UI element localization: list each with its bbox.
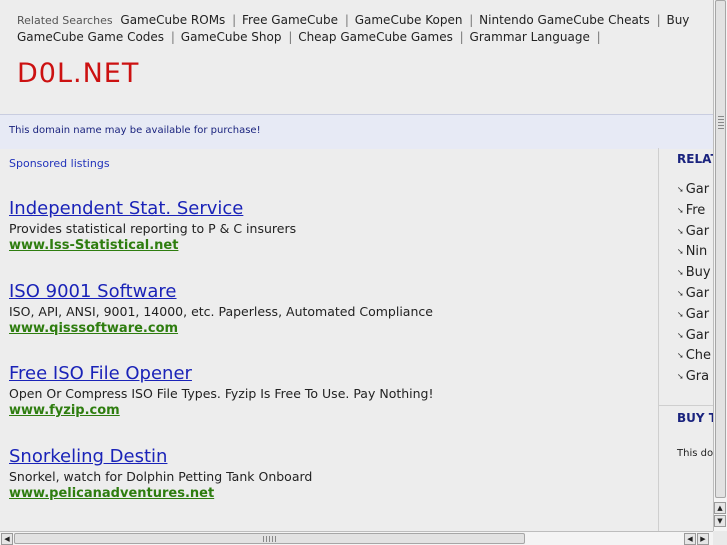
related-list-item[interactable]: ➘ Gar xyxy=(677,305,711,326)
related-list-item[interactable]: ➘ Buy xyxy=(677,263,711,284)
separator: | xyxy=(288,30,293,44)
site-title: D0L.NET xyxy=(17,58,140,89)
related-list-item[interactable]: ➘ Gra xyxy=(677,367,711,388)
bullet-arrow-icon: ➘ xyxy=(677,205,684,215)
related-list-item[interactable]: ➘ Che xyxy=(677,346,711,367)
horizontal-scrollbar[interactable]: ◀ ◀ ▶ xyxy=(0,531,713,545)
separator: | xyxy=(170,30,175,44)
grip-icon xyxy=(718,116,724,130)
related-list-item[interactable]: ➘ Gar xyxy=(677,222,711,243)
related-link-free-gamecube[interactable]: Free GameCube xyxy=(242,13,338,27)
listing-url[interactable]: www.qisssoftware.com xyxy=(9,320,649,337)
bullet-arrow-icon: ➘ xyxy=(677,309,684,319)
bullet-arrow-icon: ➘ xyxy=(677,247,684,257)
main-listings: Sponsored listings Independent Stat. Ser… xyxy=(0,148,658,531)
listing-description: Open Or Compress ISO File Types. Fyzip I… xyxy=(9,386,434,401)
separator: | xyxy=(469,13,474,27)
scroll-right-button[interactable]: ▶ xyxy=(697,533,709,545)
listing-title[interactable]: Snorkeling Destin xyxy=(9,446,649,468)
bullet-arrow-icon: ➘ xyxy=(677,330,684,340)
separator: | xyxy=(232,13,237,27)
separator: | xyxy=(344,13,349,27)
related-link-gamecube-kopen[interactable]: GameCube Kopen xyxy=(355,13,463,27)
separator: | xyxy=(459,30,464,44)
related-list: ➘ Gar ➘ Fre ➘ Gar ➘ Nin ➘ Buy ➘ Gar ➘ Gar ➘ Gar … xyxy=(677,180,711,388)
sponsored-listings-label: Sponsored listings xyxy=(9,157,110,170)
related-link-nintendo-gamecube-cheats[interactable]: Nintendo GameCube Cheats xyxy=(479,13,650,27)
related-list-item[interactable]: ➘ Fre xyxy=(677,201,711,222)
related-link-cheap-gamecube-games[interactable]: Cheap GameCube Games xyxy=(298,30,453,44)
domain-notice-bar: This domain name may be available for pu… xyxy=(0,114,713,149)
related-heading: RELAT xyxy=(677,152,713,166)
buy-note-text: This dor xyxy=(677,448,713,459)
listing-item: Snorkeling Destin Snorkel, watch for Dol… xyxy=(9,446,649,502)
listing-title[interactable]: ISO 9001 Software xyxy=(9,281,649,303)
bullet-arrow-icon: ➘ xyxy=(677,351,684,361)
scrollbar-corner xyxy=(713,531,727,545)
listing-url[interactable]: www.Iss-Statistical.net xyxy=(9,237,649,254)
related-list-item[interactable]: ➘ Gar xyxy=(677,284,711,305)
bullet-arrow-icon: ➘ xyxy=(677,372,684,382)
scroll-down-button[interactable]: ▼ xyxy=(714,515,726,527)
horizontal-scroll-thumb[interactable] xyxy=(14,533,525,544)
vertical-scrollbar[interactable]: ▲ ▼ xyxy=(713,0,727,531)
bullet-arrow-icon: ➘ xyxy=(677,288,684,298)
scroll-left-button[interactable]: ◀ xyxy=(1,533,13,545)
related-list-item[interactable]: ➘ Gar xyxy=(677,180,711,201)
scroll-up-button[interactable]: ▲ xyxy=(714,502,726,514)
listing-description: ISO, API, ANSI, 9001, 14000, etc. Paperl… xyxy=(9,304,433,319)
listing-item: ISO 9001 Software ISO, API, ANSI, 9001, … xyxy=(9,281,649,337)
related-link-codes[interactable]: Codes xyxy=(127,30,164,44)
bullet-arrow-icon: ➘ xyxy=(677,268,684,278)
scroll-left-button-end[interactable]: ◀ xyxy=(684,533,696,545)
domain-notice-text[interactable]: This domain name may be available for pu… xyxy=(9,125,261,136)
related-link-grammar-language[interactable]: Grammar Language xyxy=(470,30,590,44)
related-searches-bar: Related Searches GameCube ROMs | Free Ga… xyxy=(17,12,713,46)
vertical-scroll-thumb[interactable] xyxy=(715,0,726,498)
bullet-arrow-icon: ➘ xyxy=(677,226,684,236)
related-searches-label: Related Searches xyxy=(17,14,113,27)
listing-title[interactable]: Free ISO File Opener xyxy=(9,363,649,385)
separator: | xyxy=(656,13,661,27)
bullet-arrow-icon: ➘ xyxy=(677,185,684,194)
right-column: RELAT ➘Gar ➘Fre ➘Gar ➘Nin ➘Buy ➘Gar ➘Gar… xyxy=(658,148,713,531)
listing-title[interactable]: Independent Stat. Service xyxy=(9,198,649,220)
related-list-item[interactable]: ➘ Gar xyxy=(677,326,711,347)
listing-url[interactable]: www.pelicanadventures.net xyxy=(9,485,649,502)
grip-icon xyxy=(263,536,277,542)
divider xyxy=(659,405,713,406)
separator: | xyxy=(596,30,601,44)
buy-heading: BUY T xyxy=(677,411,713,425)
related-link-gamecube-roms[interactable]: GameCube ROMs xyxy=(120,13,225,27)
listing-item: Independent Stat. Service Provides stati… xyxy=(9,198,649,254)
listing-description: Provides statistical reporting to P & C … xyxy=(9,221,297,236)
related-link-gamecube-shop[interactable]: GameCube Shop xyxy=(181,30,282,44)
listing-url[interactable]: www.fyzip.com xyxy=(9,402,649,419)
related-list-item[interactable]: ➘ Nin xyxy=(677,242,711,263)
listing-item: Free ISO File Opener Open Or Compress IS… xyxy=(9,363,649,419)
browser-page: Related Searches GameCube ROMs | Free Ga… xyxy=(0,0,713,531)
listing-description: Snorkel, watch for Dolphin Petting Tank … xyxy=(9,469,313,484)
